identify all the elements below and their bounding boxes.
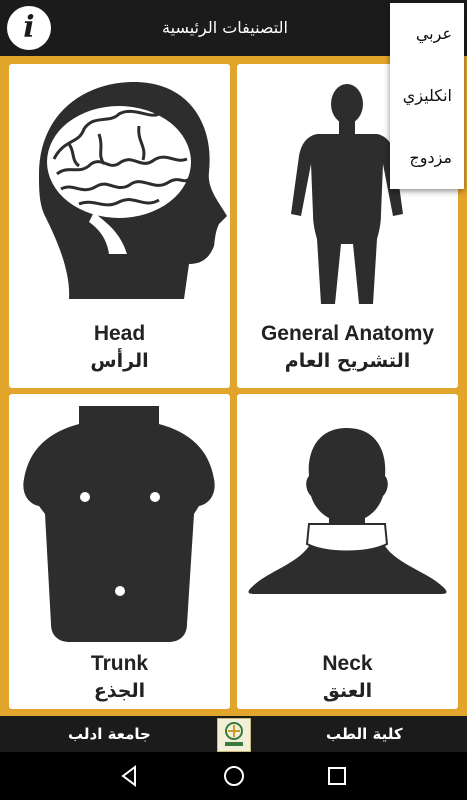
system-nav-bar — [0, 752, 467, 800]
university-logo-icon — [217, 718, 251, 752]
category-title-ar: الرأس — [90, 350, 149, 372]
page-title: التصنيفات الرئيسية — [162, 18, 288, 37]
university-label: جامعة ادلب — [68, 725, 151, 743]
info-button[interactable]: i — [7, 6, 51, 50]
category-card-head[interactable]: Head الرأس — [9, 64, 230, 388]
category-title-en: Trunk — [90, 652, 149, 675]
language-menu: عربي انكليزي مزدوج — [390, 3, 464, 189]
head-brain-icon — [39, 82, 227, 299]
menu-item-arabic[interactable]: عربي — [390, 3, 464, 65]
category-title-ar: الجذع — [93, 680, 146, 702]
menu-item-dual[interactable]: مزدوج — [390, 127, 464, 189]
category-title-ar: التشريح العام — [284, 350, 411, 372]
neck-icon — [248, 428, 447, 594]
menu-item-english[interactable]: انكليزي — [390, 65, 464, 127]
trunk-icon — [23, 406, 215, 642]
category-card-neck[interactable]: Neck العنق — [237, 394, 458, 709]
home-icon[interactable] — [222, 764, 246, 788]
category-title-en: General Anatomy — [260, 322, 435, 345]
info-icon: i — [23, 10, 35, 45]
category-title-en: Neck — [322, 652, 373, 675]
category-title-ar: العنق — [322, 680, 373, 702]
faculty-label: كلية الطب — [326, 725, 403, 743]
category-title-en: Head — [93, 322, 146, 345]
recents-icon[interactable] — [325, 764, 349, 788]
back-icon[interactable] — [117, 764, 141, 788]
category-card-trunk[interactable]: Trunk الجذع — [9, 394, 230, 709]
